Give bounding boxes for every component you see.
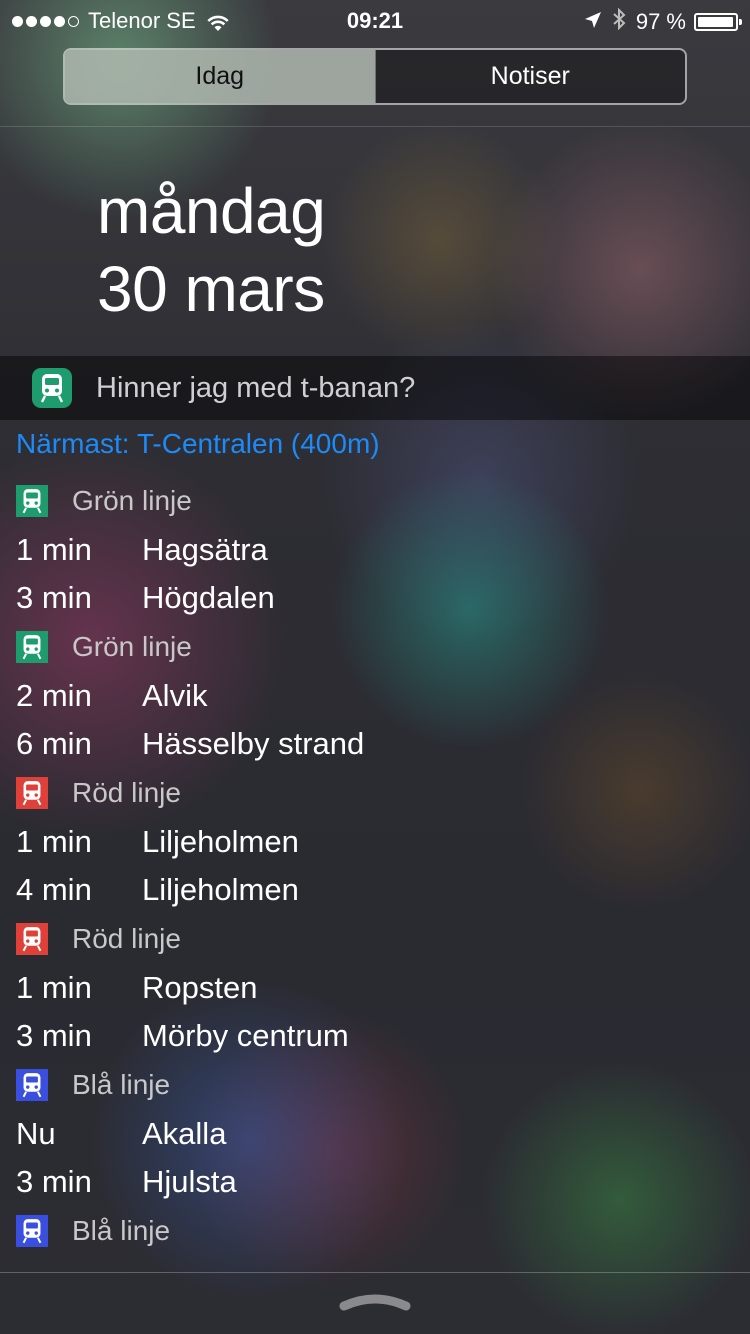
status-right: 97 % xyxy=(584,7,742,36)
nearest-station-link[interactable]: Närmast: T-Centralen (400m) xyxy=(16,428,380,460)
departure-row: 1 min Ropsten xyxy=(0,964,750,1012)
day-month: 30 mars xyxy=(97,253,325,325)
bottom-divider xyxy=(0,1272,750,1273)
chevron-up-grabber-icon[interactable] xyxy=(338,1288,412,1312)
widget-header[interactable]: Hinner jag med t-banan? xyxy=(0,356,750,420)
departure-time: 1 min xyxy=(16,824,92,859)
date-header: måndag 30 mars xyxy=(97,172,326,328)
train-icon xyxy=(16,777,48,809)
departure-time: Nu xyxy=(16,1116,56,1151)
location-arrow-icon xyxy=(584,9,602,35)
departure-destination: Mörby centrum xyxy=(142,1018,349,1053)
line-name: Blå linje xyxy=(72,1069,171,1100)
battery-percent: 97 % xyxy=(635,9,686,34)
line-name: Blå linje xyxy=(72,1215,171,1246)
line-header: Röd linje xyxy=(0,914,750,964)
battery-icon xyxy=(694,13,742,31)
departure-time: 3 min xyxy=(16,1164,92,1199)
train-icon xyxy=(32,368,72,408)
train-icon xyxy=(16,631,48,663)
departure-row: 6 min Hässelby strand xyxy=(0,720,750,768)
train-icon xyxy=(16,1069,48,1101)
departure-time: 3 min xyxy=(16,580,92,615)
departure-row: 3 min Mörby centrum xyxy=(0,1012,750,1060)
train-icon xyxy=(16,1215,48,1247)
departure-time: 4 min xyxy=(16,872,92,907)
train-icon xyxy=(16,485,48,517)
weekday: måndag xyxy=(97,175,326,247)
departure-row: 1 min Hagsätra xyxy=(0,526,750,574)
departure-time: 3 min xyxy=(16,1018,92,1053)
departure-destination: Hässelby strand xyxy=(142,726,365,761)
departure-time: 1 min xyxy=(16,532,92,567)
departures-list: Grön linje 1 min Hagsätra 3 min Högdalen Grön… xyxy=(0,476,750,1256)
battery-cap xyxy=(739,19,742,25)
line-name: Grön linje xyxy=(72,485,192,516)
tab-notiser[interactable]: Notiser xyxy=(374,50,685,103)
widget-title: Hinner jag med t-banan? xyxy=(96,371,416,404)
line-header: Blå linje xyxy=(0,1060,750,1110)
departure-row: 4 min Liljeholmen xyxy=(0,866,750,914)
departure-row: 3 min Högdalen xyxy=(0,574,750,622)
status-bar: Telenor SE 09:21 97 % xyxy=(0,0,750,40)
tab-idag[interactable]: Idag xyxy=(65,50,375,103)
departure-row: 2 min Alvik xyxy=(0,672,750,720)
line-name: Grön linje xyxy=(72,631,192,662)
line-header: Röd linje xyxy=(0,768,750,818)
departure-destination: Liljeholmen xyxy=(142,872,299,907)
departure-destination: Alvik xyxy=(142,678,208,713)
segmented-control: Idag Notiser xyxy=(63,48,687,105)
train-icon xyxy=(16,923,48,955)
line-name: Röd linje xyxy=(72,777,181,808)
departure-destination: Liljeholmen xyxy=(142,824,299,859)
line-name: Röd linje xyxy=(72,923,181,954)
departure-destination: Ropsten xyxy=(142,970,258,1005)
departure-destination: Akalla xyxy=(142,1116,227,1151)
departure-row: 1 min Liljeholmen xyxy=(0,818,750,866)
line-header: Grön linje xyxy=(0,476,750,526)
departure-destination: Högdalen xyxy=(142,580,275,615)
line-header: Blå linje xyxy=(0,1206,750,1256)
battery-fill xyxy=(698,17,733,27)
departure-destination: Hagsätra xyxy=(142,532,268,567)
departure-time: 2 min xyxy=(16,678,92,713)
divider xyxy=(0,126,750,127)
departure-row: 3 min Hjulsta xyxy=(0,1158,750,1206)
line-header: Grön linje xyxy=(0,622,750,672)
departure-row: Nu Akalla xyxy=(0,1110,750,1158)
departure-time: 1 min xyxy=(16,970,92,1005)
departure-time: 6 min xyxy=(16,726,92,761)
departure-destination: Hjulsta xyxy=(142,1164,237,1199)
bluetooth-icon xyxy=(612,7,626,36)
